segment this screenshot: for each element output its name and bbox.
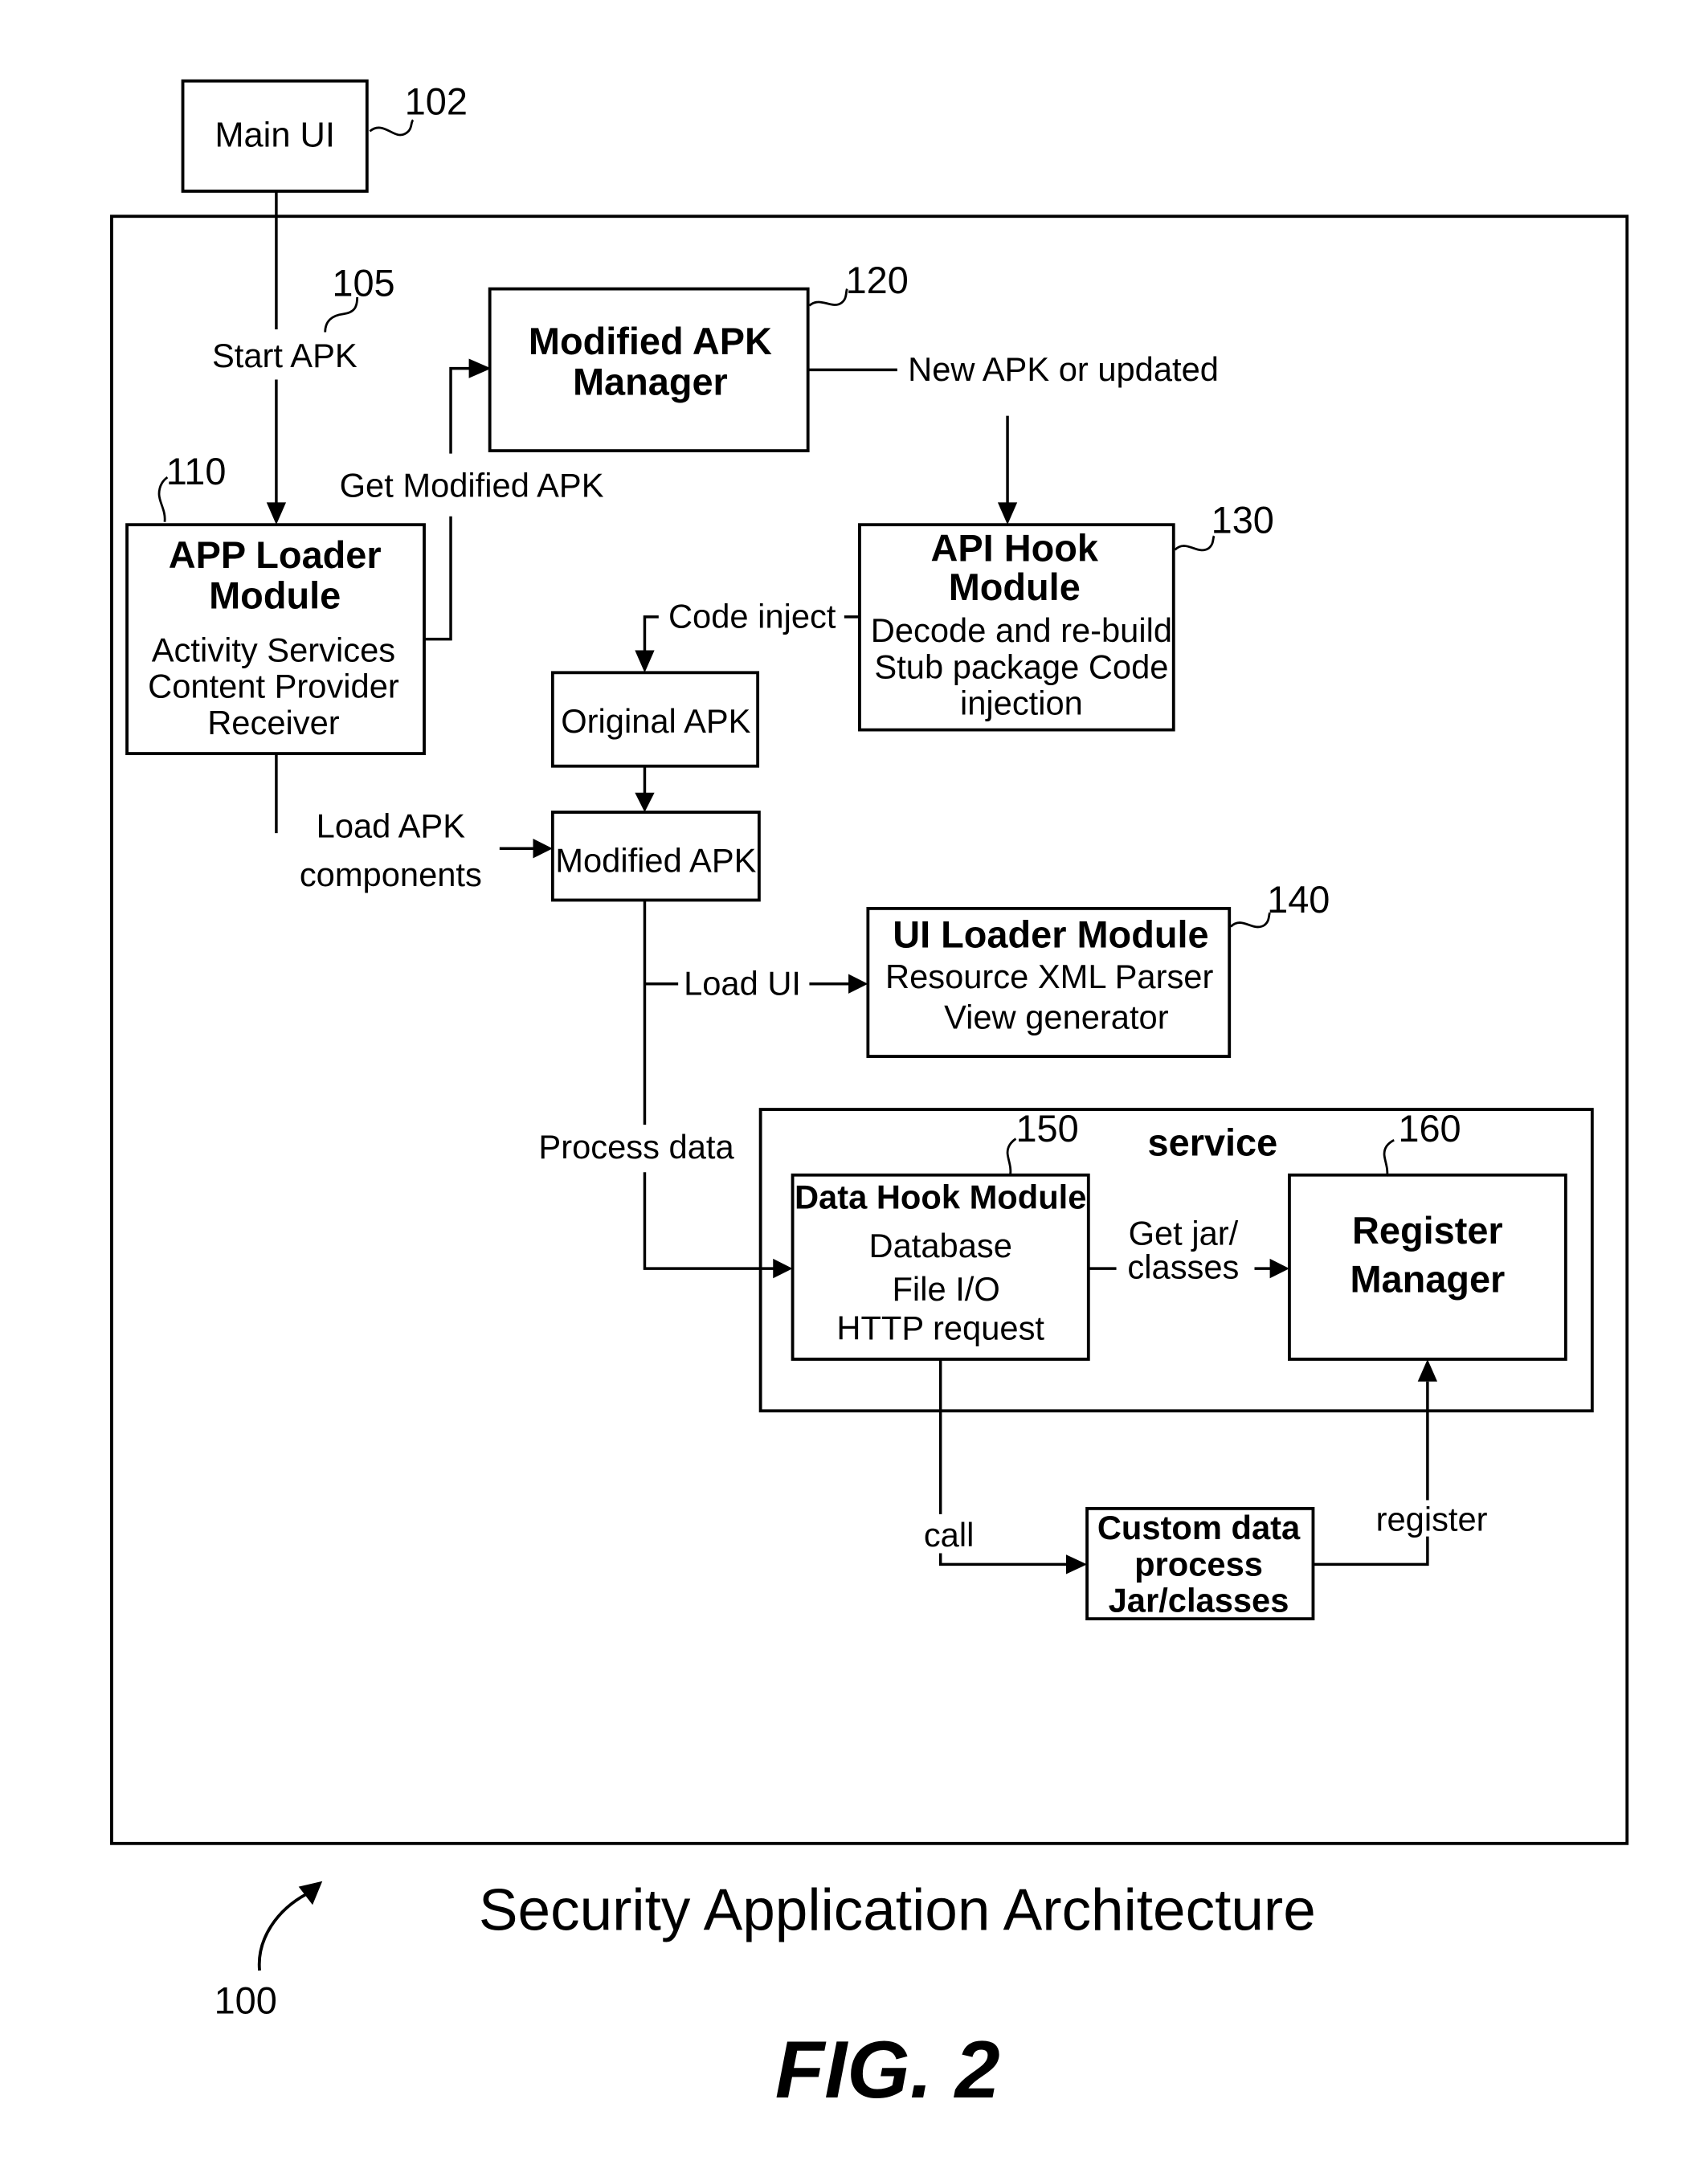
custom-data-line-3: Jar/classes: [1109, 1581, 1289, 1619]
load-apk-label-2: components: [300, 856, 482, 893]
start-apk-ref: 105: [332, 262, 394, 304]
new-apk-arrowhead: [997, 502, 1018, 525]
app-loader-module: APP Loader Module Activity Services Cont…: [125, 523, 426, 755]
overall-ref-arrowhead: [298, 1881, 323, 1905]
custom-data-process-node: Custom data process Jar/classes: [1085, 1506, 1315, 1621]
overall-ref-arrow: [257, 1890, 311, 1971]
original-apk-label: Original APK: [561, 702, 750, 740]
api-hook-ref: 130: [1212, 500, 1274, 541]
get-modified-apk-line-top: [449, 366, 475, 454]
app-loader-line-1: Activity Services: [152, 631, 395, 668]
modified-apk-manager-ref: 120: [846, 259, 909, 301]
main-ui-ref: 102: [405, 80, 468, 122]
service-label: service: [1148, 1121, 1278, 1163]
modified-apk-manager-title-1: Modified APK: [529, 321, 772, 362]
get-modified-apk-arrowhead: [468, 358, 492, 378]
call-arrowhead: [1066, 1554, 1088, 1575]
get-jar-label-2: classes: [1127, 1248, 1239, 1285]
data-hook-ref-leader: [1006, 1138, 1017, 1175]
main-ui-node: Main UI: [181, 79, 369, 193]
architecture-diagram: Main UI 102 Start APK 105 APP Loader Mod…: [110, 79, 1629, 2115]
api-hook-title-2: Module: [949, 566, 1081, 608]
data-hook-ref: 150: [1015, 1108, 1078, 1150]
load-ui-label: Load UI: [684, 965, 801, 1003]
start-apk-label: Start APK: [212, 337, 358, 374]
register-arrowhead: [1417, 1359, 1438, 1382]
code-inject-label: Code inject: [668, 598, 836, 635]
modified-apk-label: Modified APK: [555, 842, 756, 880]
modified-apk-manager: Modified APK Manager: [488, 287, 810, 453]
get-jar-label-1: Get jar/: [1129, 1215, 1239, 1252]
app-loader-title-2: Module: [209, 574, 341, 616]
load-apk-label-1: Load APK: [317, 807, 466, 844]
original-apk-node: Original APK: [550, 671, 760, 768]
api-hook-module: API Hook Module Decode and re-build Stub…: [858, 523, 1175, 732]
data-hook-title: Data Hook Module: [795, 1178, 1086, 1215]
register-manager-ref-leader: [1383, 1139, 1395, 1177]
ui-loader-ref: 140: [1267, 879, 1330, 921]
modified-apk-manager-ref-leader: [808, 288, 848, 307]
main-ui-label: Main UI: [215, 116, 335, 154]
ui-loader-ref-leader: [1229, 912, 1271, 929]
app-loader-title-1: APP Loader: [169, 534, 382, 576]
ui-loader-line-1: Resource XML Parser: [885, 958, 1213, 995]
code-inject-line-left: [643, 615, 659, 653]
api-hook-line-3: injection: [960, 684, 1083, 721]
data-hook-module: Data Hook Module Database File I/O HTTP …: [791, 1173, 1090, 1361]
process-data-arrowhead: [773, 1258, 793, 1279]
app-loader-line-2: Content Provider: [148, 668, 399, 705]
process-data-label: Process data: [538, 1128, 734, 1166]
data-hook-line-1: Database: [869, 1227, 1012, 1264]
load-ui-arrowhead: [848, 974, 868, 994]
register-manager: Register Manager: [1288, 1173, 1567, 1361]
modified-apk-manager-title-2: Manager: [573, 361, 728, 403]
overall-ref: 100: [215, 1980, 277, 2022]
ui-loader-title: UI Loader Module: [893, 914, 1208, 956]
original-to-modified-arrowhead: [635, 792, 655, 813]
call-label: call: [924, 1516, 975, 1554]
register-manager-title-2: Manager: [1350, 1259, 1505, 1301]
figure-label: FIG. 2: [775, 2025, 1000, 2115]
data-hook-line-2: File I/O: [892, 1270, 999, 1308]
figure-title: Security Application Architecture: [479, 1878, 1316, 1943]
load-apk-arrowhead: [533, 839, 553, 859]
app-loader-line-3: Receiver: [207, 704, 340, 741]
api-hook-ref-leader: [1174, 535, 1216, 552]
code-inject-arrowhead: [635, 650, 655, 673]
register-manager-title-1: Register: [1352, 1210, 1503, 1252]
get-modified-apk-line-bottom: [424, 516, 452, 641]
start-apk-arrowhead: [266, 502, 287, 525]
api-hook-line-1: Decode and re-build: [871, 611, 1172, 649]
app-loader-ref: 110: [166, 451, 227, 492]
get-jar-arrowhead: [1269, 1258, 1289, 1279]
register-manager-ref: 160: [1398, 1108, 1461, 1150]
api-hook-line-2: Stub package Code: [874, 647, 1168, 685]
new-apk-label: New APK or updated: [908, 350, 1219, 388]
get-modified-apk-label: Get Modified APK: [340, 466, 604, 504]
data-hook-line-3: HTTP request: [836, 1309, 1044, 1347]
custom-data-line-1: Custom data: [1097, 1509, 1301, 1546]
process-data-line: [643, 1172, 776, 1270]
api-hook-title-1: API Hook: [931, 527, 1099, 569]
custom-data-line-2: process: [1134, 1545, 1263, 1583]
ui-loader-line-2: View generator: [944, 998, 1169, 1035]
modified-apk-node: Modified APK: [550, 811, 761, 902]
call-line-bottom: [938, 1553, 1069, 1566]
register-label: register: [1376, 1501, 1488, 1538]
ui-loader-module: UI Loader Module Resource XML Parser Vie…: [866, 906, 1232, 1058]
